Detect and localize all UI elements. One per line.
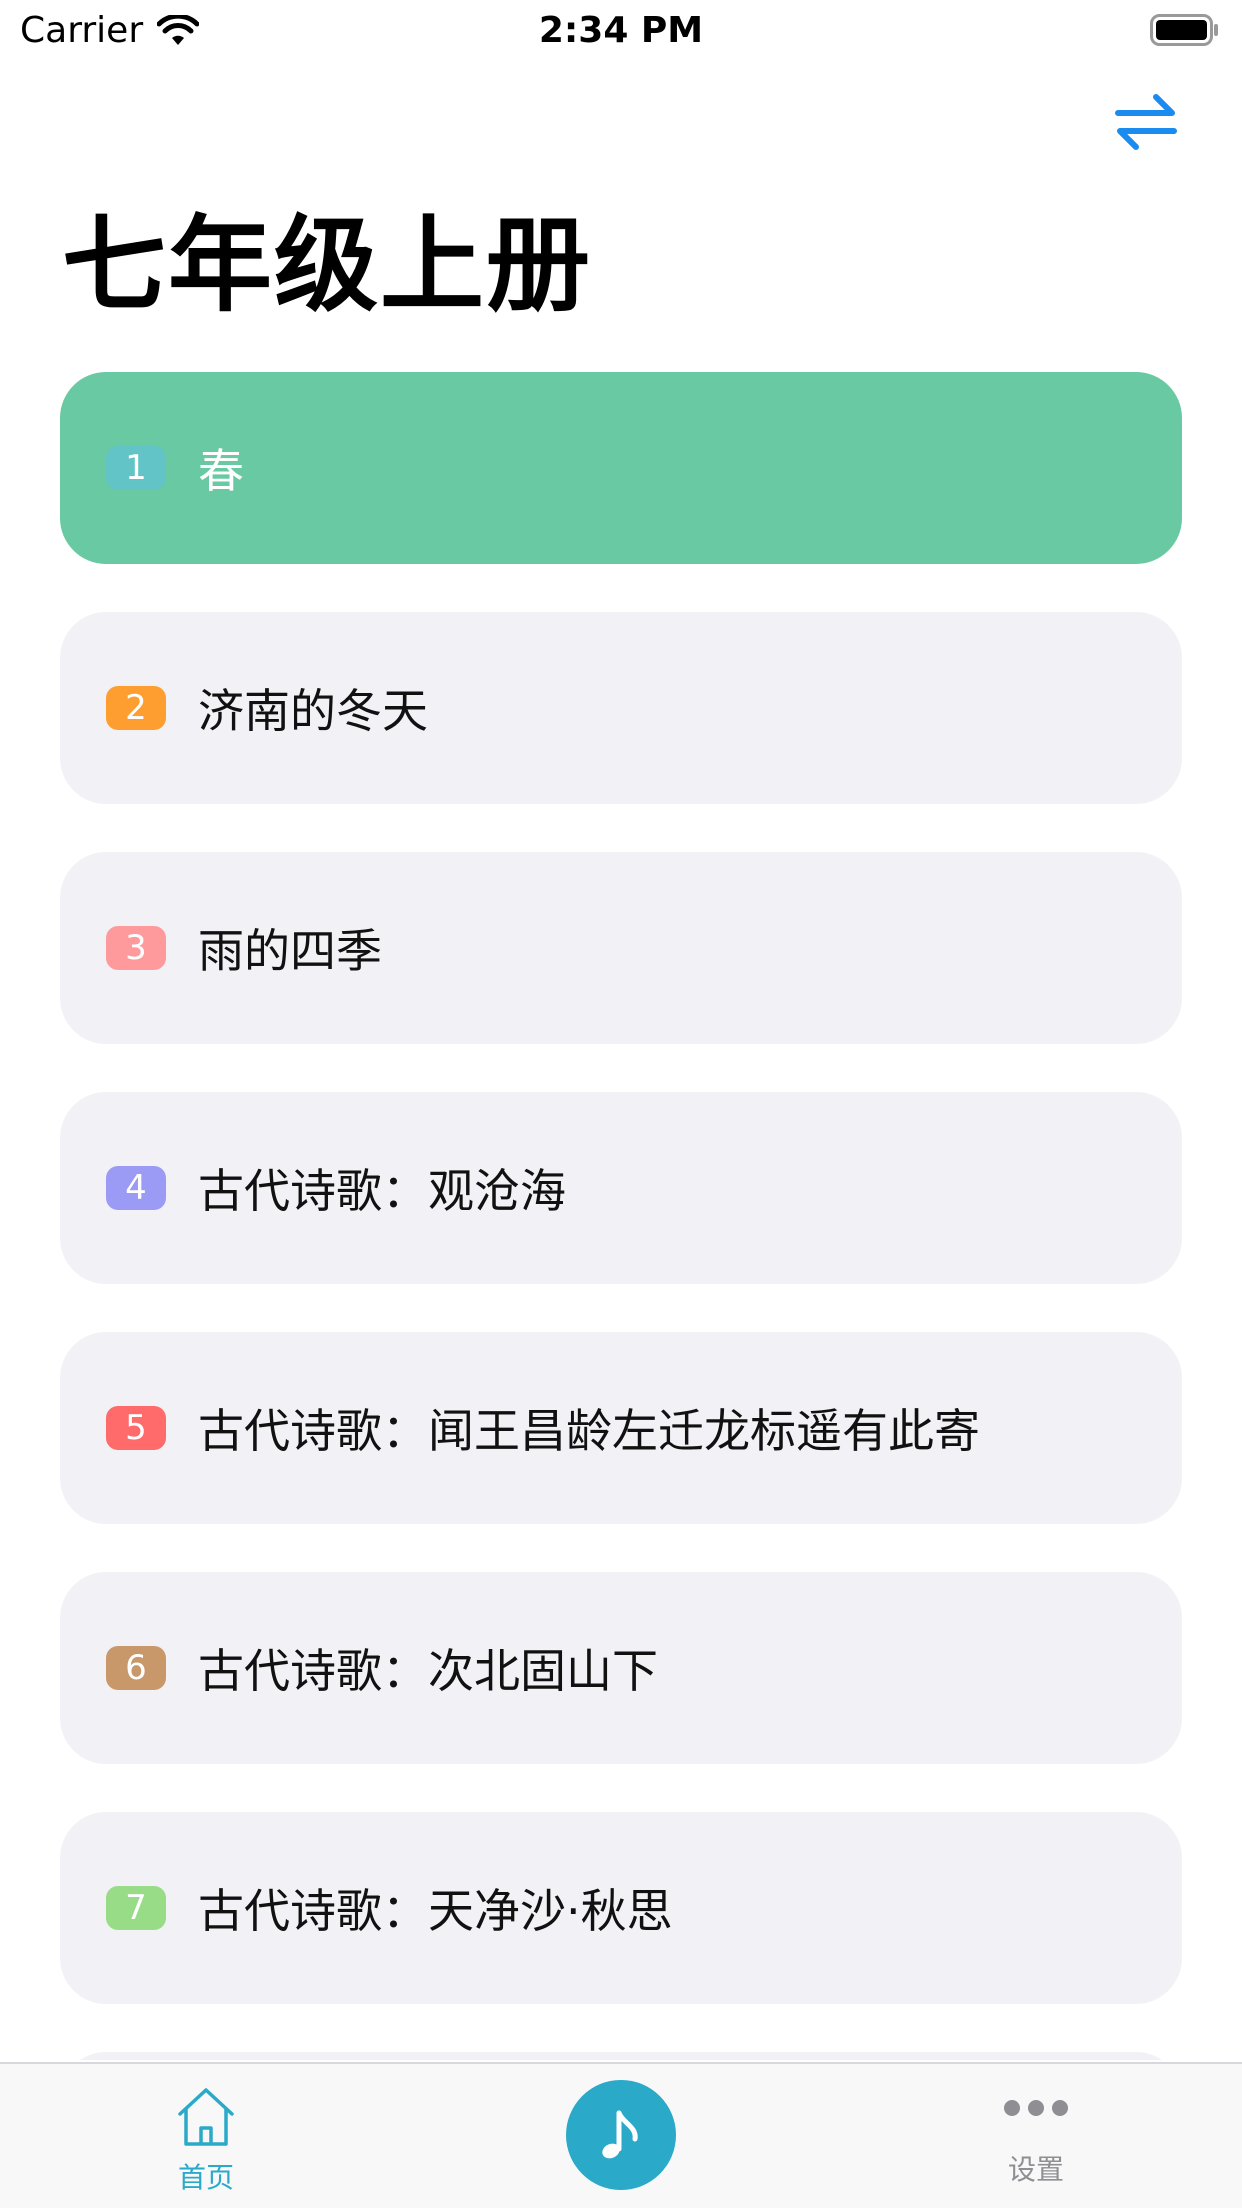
status-time: 2:34 PM [538,10,704,51]
lesson-list[interactable]: 1 春 2 济南的冬天 3 雨的四季 4 古代诗歌：观沧海 5 古代诗歌：闻王昌… [60,372,1182,2060]
lesson-number-badge: 4 [106,1166,166,1210]
tab-settings[interactable]: 设置 [980,2064,1092,2208]
lesson-item-2[interactable]: 2 济南的冬天 [60,612,1182,804]
lesson-number-badge: 7 [106,1886,166,1930]
lesson-title: 古代诗歌：闻王昌龄左迁龙标遥有此寄 [198,1404,980,1458]
lesson-number-badge: 2 [106,686,166,730]
lesson-number-badge: 3 [106,926,166,970]
lesson-item-3[interactable]: 3 雨的四季 [60,852,1182,1044]
lesson-number-badge: 5 [106,1406,166,1450]
home-icon [178,2088,234,2146]
lesson-item-partial[interactable] [60,2052,1182,2060]
tab-settings-label: 设置 [1007,2153,1064,2186]
screen: Carrier 2:34 PM 七年级上册 1 春 2 济南的冬天 3 雨的四季… [0,0,1242,2208]
lesson-title: 古代诗歌：天净沙·秋思 [198,1884,673,1938]
lesson-title: 雨的四季 [198,924,382,978]
lesson-title: 古代诗歌：观沧海 [198,1164,566,1218]
swap-button[interactable] [1110,86,1182,158]
lesson-title: 古代诗歌：次北固山下 [198,1644,658,1698]
lesson-title: 济南的冬天 [198,684,428,738]
swap-arrows-icon [1115,94,1177,150]
music-note-icon [602,2110,638,2159]
tab-home-label: 首页 [177,2161,234,2194]
lesson-number-badge: 6 [106,1646,166,1690]
lesson-item-4[interactable]: 4 古代诗歌：观沧海 [60,1092,1182,1284]
page-title: 七年级上册 [62,204,593,326]
lesson-item-1[interactable]: 1 春 [60,372,1182,564]
more-dots-icon [1004,2100,1068,2116]
lesson-number-badge: 1 [106,446,166,490]
battery-icon [1150,14,1218,46]
lesson-title: 春 [198,444,244,498]
lesson-item-6[interactable]: 6 古代诗歌：次北固山下 [60,1572,1182,1764]
lesson-item-7[interactable]: 7 古代诗歌：天净沙·秋思 [60,1812,1182,2004]
status-bar: Carrier 2:34 PM [0,0,1242,62]
play-music-button[interactable] [566,2080,676,2190]
tab-home[interactable]: 首页 [150,2064,262,2208]
lesson-item-5[interactable]: 5 古代诗歌：闻王昌龄左迁龙标遥有此寄 [60,1332,1182,1524]
tab-bar: 首页 设置 [0,2062,1242,2208]
